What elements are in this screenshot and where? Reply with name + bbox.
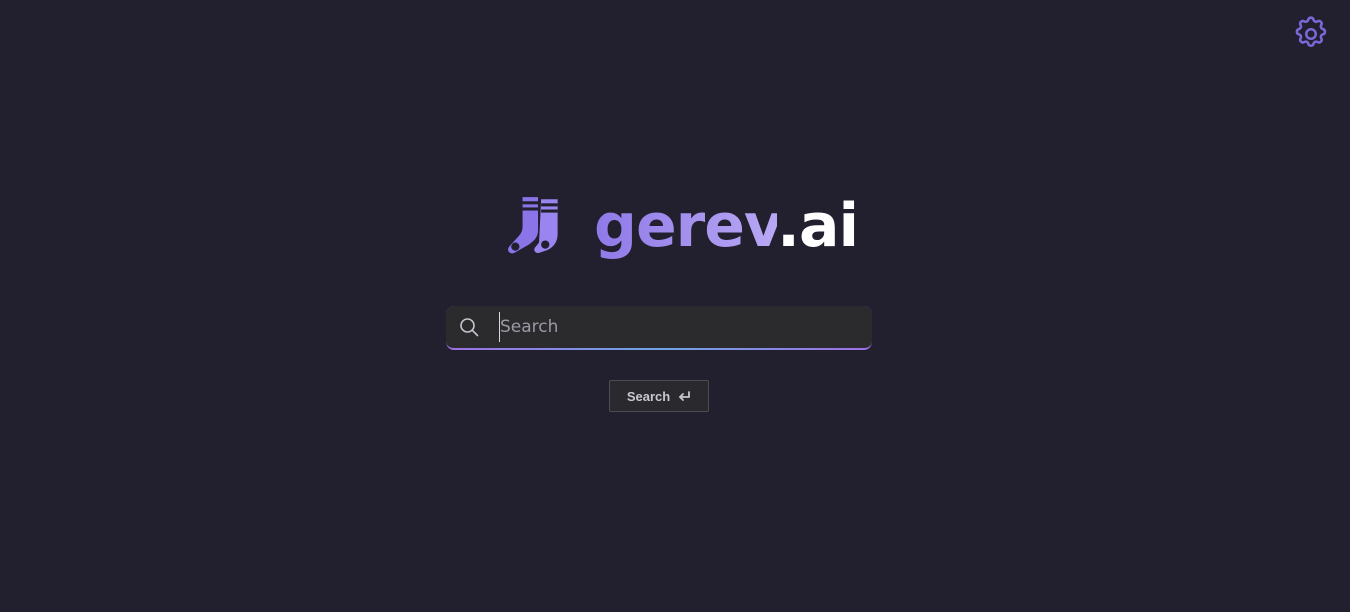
search-button-label: Search xyxy=(626,388,671,404)
search-icon xyxy=(460,318,479,337)
brand-main: gerev xyxy=(594,191,778,261)
gear-icon xyxy=(1295,16,1327,47)
page: gerev.ai Search xyxy=(0,0,1350,612)
enter-icon xyxy=(679,391,691,401)
brand-tld: .ai xyxy=(777,191,859,261)
settings-button[interactable] xyxy=(1291,14,1331,54)
search-box xyxy=(446,306,872,350)
socks-icon xyxy=(508,197,558,254)
search-input[interactable] xyxy=(499,312,872,342)
search-button[interactable]: Search xyxy=(609,380,709,412)
brand-name: gerev.ai xyxy=(594,190,859,262)
logo: gerev.ai xyxy=(504,190,859,262)
